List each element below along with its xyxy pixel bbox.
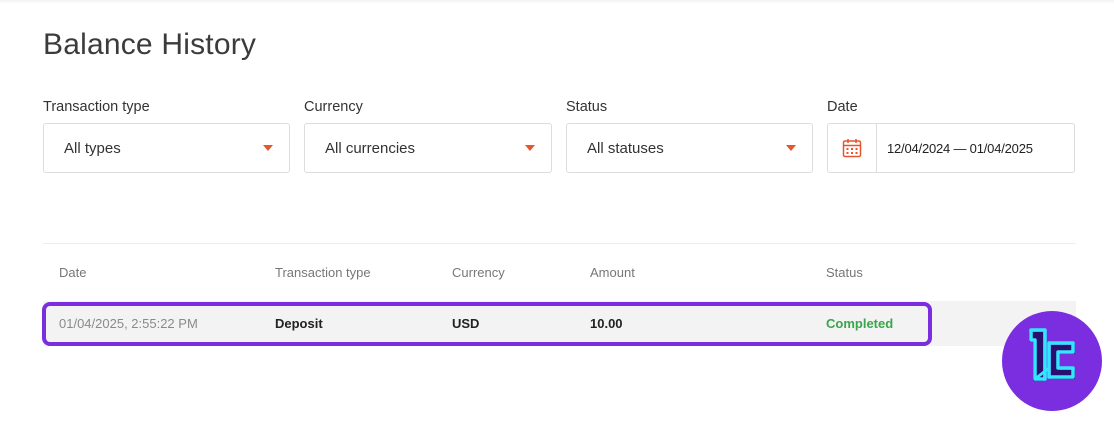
column-header-status: Status [826,265,863,280]
select-value: All currencies [325,139,416,157]
chevron-down-icon [786,145,796,151]
filter-label: Transaction type [43,99,150,115]
chevron-down-icon [525,145,535,151]
filter-transaction-type: Transaction type All types [43,98,290,173]
transaction-type-select[interactable]: All types [43,123,290,173]
filter-date: Date 12/04/2024 — 01/04/2025 [827,98,1075,173]
table-divider [43,243,1076,244]
column-header-date: Date [59,265,87,280]
currency-select[interactable]: All currencies [304,123,552,173]
status-select[interactable]: All statuses [566,123,813,173]
top-shadow [0,0,1114,4]
chevron-down-icon [263,145,273,151]
page-title: Balance History [43,28,257,61]
cell-transaction-type: Deposit [275,316,323,331]
filter-status: Status All statuses [566,98,813,173]
column-header-transaction-type: Transaction type [275,265,371,280]
column-header-currency: Currency [452,265,505,280]
select-value: All statuses [587,139,664,157]
filter-currency: Currency All currencies [304,98,552,173]
calendar-icon[interactable] [828,124,877,172]
date-range-picker[interactable]: 12/04/2024 — 01/04/2025 [827,123,1075,173]
cell-date: 01/04/2025, 2:55:22 PM [59,316,198,331]
cell-currency: USD [452,316,480,331]
filter-label: Status [566,99,608,115]
cell-amount: 10.00 [590,316,623,331]
filter-label: Currency [304,99,363,115]
brand-logo [1002,311,1102,411]
cell-status: Completed [826,316,894,331]
column-header-amount: Amount [590,265,635,280]
filter-label: Date [827,99,858,115]
date-range-value[interactable]: 12/04/2024 — 01/04/2025 [877,124,1033,172]
select-value: All types [64,139,121,157]
